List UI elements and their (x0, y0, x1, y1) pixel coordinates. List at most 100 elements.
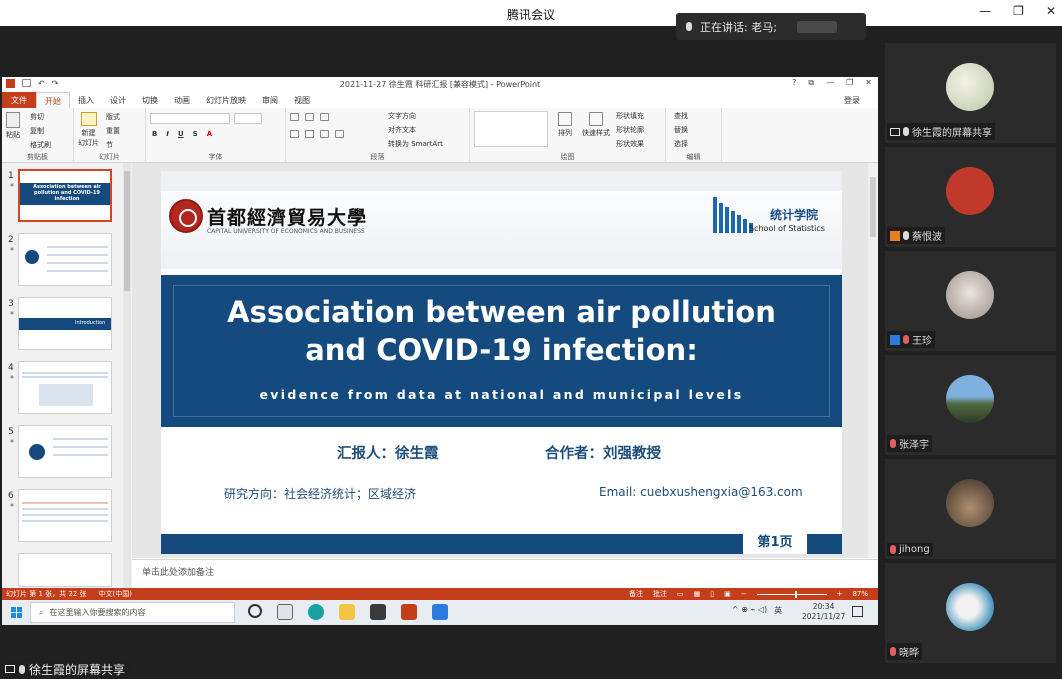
indent-icon[interactable] (320, 113, 329, 121)
thumbnail-scrollbar[interactable] (123, 163, 131, 588)
comments-toggle[interactable]: 批注 (653, 589, 667, 599)
smartart-button[interactable]: 转换为 SmartArt (388, 139, 443, 149)
reset-button[interactable]: 重置 (106, 126, 120, 136)
underline-button[interactable]: U (178, 130, 184, 138)
task-view-icon[interactable] (248, 604, 262, 618)
maximize-button[interactable]: ❐ (1013, 4, 1024, 18)
participant-tile[interactable]: 张泽宇 (885, 355, 1056, 455)
replace-button[interactable]: 替换 (674, 125, 688, 135)
windows-start-icon[interactable] (11, 607, 22, 618)
ribbon-display-button[interactable]: ⧉ (808, 78, 814, 88)
notification-icon[interactable] (852, 606, 863, 617)
shape-outline-button[interactable]: 形状轮廓 (616, 125, 644, 135)
slide-thumbnail[interactable]: Association between air pollution and CO… (18, 169, 112, 222)
layout-button[interactable]: 版式 (106, 112, 120, 122)
notes-pane[interactable]: 单击此处添加备注 (132, 559, 878, 585)
tab-view[interactable]: 视图 (286, 92, 318, 108)
shapes-gallery[interactable] (474, 111, 548, 147)
paste-icon[interactable] (6, 112, 20, 128)
find-button[interactable]: 查找 (674, 111, 688, 121)
close-button[interactable]: ✕ (1046, 4, 1056, 18)
input-language[interactable]: 英 (774, 605, 782, 616)
align-center-icon[interactable] (305, 130, 314, 138)
zoom-level[interactable]: 87% (852, 590, 868, 598)
arrange-button[interactable]: 排列 (558, 128, 572, 138)
shadow-button[interactable]: S (193, 130, 198, 138)
font-size-input[interactable] (234, 113, 262, 124)
file-explorer-icon[interactable] (339, 604, 355, 620)
quick-styles-icon[interactable] (589, 112, 603, 126)
slideshow-view-icon[interactable]: ▣ (724, 590, 731, 598)
multitask-icon[interactable] (277, 604, 293, 620)
group-editing: 查找 替换 选择 编辑 (666, 108, 722, 163)
tab-file[interactable]: 文件 (2, 92, 36, 108)
bullets-icon[interactable] (290, 113, 299, 121)
system-tray[interactable]: ^ ⊕ ⌁ ◁) 英 (732, 605, 782, 616)
align-left-icon[interactable] (290, 130, 299, 138)
edge-icon[interactable] (308, 604, 324, 620)
tab-animations[interactable]: 动画 (166, 92, 198, 108)
slide-thumbnail[interactable]: Introduction (18, 297, 112, 350)
notes-toggle[interactable]: 备注 (629, 589, 643, 599)
text-direction-button[interactable]: 文字方向 (388, 111, 443, 121)
font-color-button[interactable]: A (207, 130, 212, 138)
pp-minimize-button[interactable]: — (826, 78, 834, 88)
paste-button[interactable]: 粘贴 (6, 130, 20, 140)
slide-thumbnail[interactable] (18, 489, 112, 542)
participant-tile[interactable]: jihong (885, 459, 1056, 559)
zoom-out-icon[interactable]: − (741, 590, 747, 598)
slide-scrollbar[interactable] (868, 163, 878, 558)
normal-view-icon[interactable]: ▭ (677, 590, 684, 598)
section-button[interactable]: 节 (106, 140, 120, 150)
align-right-icon[interactable] (320, 130, 329, 138)
tray-icons[interactable]: ^ ⊕ ⌁ ◁) (732, 605, 767, 616)
tab-slideshow[interactable]: 幻灯片放映 (198, 92, 254, 108)
participant-tile[interactable]: 徐生霞的屏幕共享 (885, 43, 1056, 143)
tab-home[interactable]: 开始 (36, 92, 70, 108)
slide-thumbnail[interactable] (18, 233, 112, 286)
reading-view-icon[interactable]: ▯ (710, 590, 714, 598)
tab-design[interactable]: 设计 (102, 92, 134, 108)
participant-tile[interactable]: 蔡恨波 (885, 147, 1056, 247)
participant-tile[interactable]: 晓晔 (885, 563, 1056, 663)
font-name-input[interactable] (150, 113, 230, 124)
slide-thumbnail[interactable] (18, 425, 112, 478)
numbering-icon[interactable] (305, 113, 314, 121)
bold-button[interactable]: B (152, 130, 157, 138)
new-slide-button[interactable]: 新建 幻灯片 (78, 128, 99, 148)
select-button[interactable]: 选择 (674, 139, 688, 149)
copy-button[interactable]: 复制 (30, 126, 51, 136)
justify-icon[interactable] (335, 130, 344, 138)
slide-thumbnail[interactable] (18, 553, 112, 587)
tab-review[interactable]: 审阅 (254, 92, 286, 108)
tab-insert[interactable]: 插入 (70, 92, 102, 108)
quick-styles-button[interactable]: 快速样式 (582, 128, 610, 138)
powerpoint-app-icon[interactable] (401, 604, 417, 620)
zoom-slider[interactable] (756, 590, 827, 598)
taskbar-clock[interactable]: 20:34 2021/11/27 (802, 602, 845, 622)
new-slide-icon[interactable] (80, 112, 97, 126)
italic-button[interactable]: I (166, 130, 169, 138)
language-indicator[interactable]: 中文(中国) (99, 589, 132, 599)
pp-close-button[interactable]: ✕ (865, 78, 872, 88)
help-button[interactable]: ? (792, 78, 796, 88)
format-painter-button[interactable]: 格式刷 (30, 140, 51, 150)
shape-fill-button[interactable]: 形状填充 (616, 111, 644, 121)
tencent-meeting-icon[interactable] (432, 604, 448, 620)
login-link[interactable]: 登录 (844, 95, 860, 106)
arrange-icon[interactable] (558, 112, 572, 126)
minimize-button[interactable]: — (979, 4, 991, 18)
star-icon: * (10, 502, 14, 511)
slide-thumbnail[interactable] (18, 361, 112, 414)
sorter-view-icon[interactable]: ▦ (694, 590, 701, 598)
pp-maximize-button[interactable]: ❐ (846, 78, 853, 88)
shape-effects-button[interactable]: 形状效果 (616, 139, 644, 149)
current-slide[interactable]: 首都經濟貿易大學 CAPITAL UNIVERSITY OF ECONOMICS… (161, 171, 842, 554)
mail-icon[interactable] (370, 604, 386, 620)
participant-tile[interactable]: 王珍 (885, 251, 1056, 351)
zoom-in-icon[interactable]: + (837, 590, 843, 598)
tab-transitions[interactable]: 切换 (134, 92, 166, 108)
align-text-button[interactable]: 对齐文本 (388, 125, 443, 135)
cut-button[interactable]: 剪切 (30, 112, 51, 122)
taskbar-search[interactable]: ⌕ 在这里输入你要搜索的内容 (30, 602, 235, 623)
